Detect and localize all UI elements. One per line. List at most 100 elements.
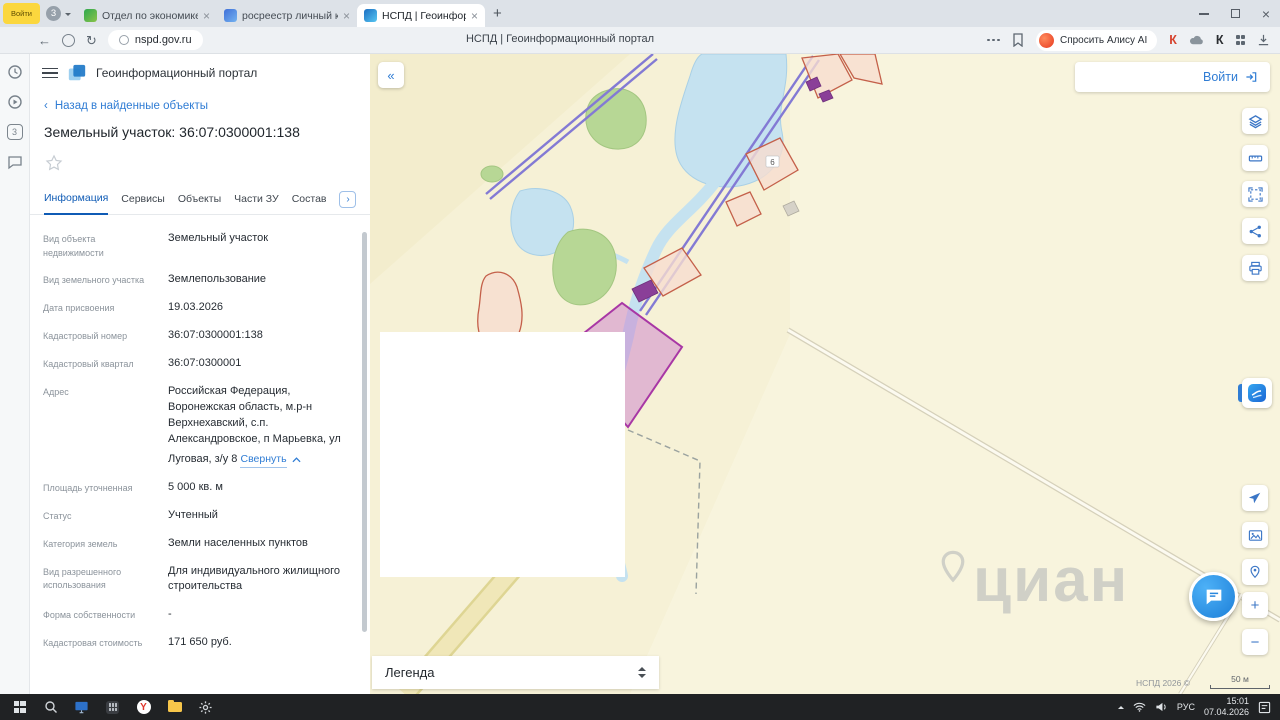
minimize-icon[interactable]: [1198, 12, 1209, 15]
browser-tab-active[interactable]: НСПД | Геоинформац ×: [357, 4, 485, 27]
taskbar-app-explorer[interactable]: [159, 694, 190, 720]
wifi-icon[interactable]: [1133, 702, 1146, 712]
tab-title: НСПД | Геоинформац: [382, 9, 466, 22]
star-icon[interactable]: [44, 153, 64, 173]
legend-expand-icon[interactable]: [638, 667, 646, 678]
download-icon[interactable]: [1257, 33, 1270, 47]
browser-tab-2[interactable]: росреестр личный кабин ×: [217, 4, 357, 27]
tab-objects[interactable]: Объекты: [178, 193, 221, 214]
field-row: Вид объекта недвижимости Земельный участ…: [43, 231, 344, 260]
chat-icon[interactable]: [7, 154, 23, 170]
map-copyright: НСПД 2026 ©: [1135, 678, 1190, 688]
basemap-icon: [1248, 529, 1262, 541]
panel-tabs: Информация Сервисы Объекты Части ЗУ Сост…: [30, 178, 370, 215]
more-icon[interactable]: [987, 38, 1000, 42]
maximize-icon[interactable]: [1230, 9, 1240, 18]
tab-information[interactable]: Информация: [44, 192, 109, 215]
browser-tab-1[interactable]: Отдел по экономике и уп ×: [77, 4, 217, 27]
minus-icon: −: [1250, 633, 1260, 651]
site-info-icon[interactable]: [62, 33, 75, 47]
clock-date: 07.04.2026: [1203, 707, 1249, 717]
extension-k-icon[interactable]: К: [1169, 34, 1177, 47]
close-icon[interactable]: ×: [203, 10, 210, 22]
alice-button[interactable]: Спросить Алису AI: [1035, 29, 1158, 51]
print-tool-button[interactable]: [1242, 255, 1268, 281]
speaker-icon[interactable]: [1155, 701, 1168, 713]
play-icon[interactable]: [7, 94, 23, 110]
extension-k2-icon[interactable]: К: [1216, 34, 1224, 47]
support-chat-button[interactable]: [1189, 572, 1238, 621]
page-title-text: НСПД | Геоинформационный портал: [465, 33, 655, 45]
measure-tool-button[interactable]: [1242, 145, 1268, 171]
browser-side-panel: 3: [0, 54, 30, 694]
refresh-icon[interactable]: ↻: [86, 34, 97, 47]
apps-grid-icon[interactable]: [1235, 35, 1245, 45]
field-value: 19.03.2026: [168, 300, 224, 313]
tab-favicon: [224, 9, 237, 22]
close-icon[interactable]: ×: [343, 10, 350, 22]
field-label: Кадастровый квартал: [43, 358, 134, 369]
layers-tool-button[interactable]: [1242, 108, 1268, 134]
tab-composition[interactable]: Состав: [292, 193, 327, 214]
tray-expand-icon[interactable]: [1117, 705, 1124, 709]
cloud-icon[interactable]: [1189, 34, 1204, 46]
alice-label: Спросить Алису AI: [1059, 34, 1148, 46]
scroll-down-icon[interactable]: [361, 685, 367, 691]
object-title: Земельный участок: 36:07:0300001:138: [44, 124, 300, 140]
map-login-bar[interactable]: Войти: [1075, 62, 1270, 92]
new-tab-button[interactable]: +: [493, 5, 502, 22]
alice-icon: [1038, 32, 1054, 48]
language-indicator[interactable]: РУС: [1177, 702, 1195, 712]
back-icon[interactable]: ←: [38, 34, 51, 47]
locate-tool-button[interactable]: [1242, 485, 1268, 511]
start-button[interactable]: [4, 694, 35, 720]
tab-services[interactable]: Сервисы: [121, 193, 165, 214]
zoom-out-button[interactable]: −: [1242, 629, 1268, 655]
map-canvas[interactable]: 6 циан « Войти + − Легенда НСПД 2026 © 5…: [370, 54, 1280, 694]
notification-icon[interactable]: [1258, 701, 1271, 714]
tabs-badge[interactable]: 3: [6, 124, 23, 140]
url-field[interactable]: nspd.gov.ru: [107, 30, 203, 50]
address-collapse-link[interactable]: Свернуть: [240, 452, 301, 468]
tab-count-button[interactable]: 3: [46, 6, 71, 21]
browser-tab-bar: Войти 3 Отдел по экономике и уп × росрее…: [0, 0, 1280, 27]
search-button[interactable]: [35, 694, 66, 720]
taskbar-clock[interactable]: 15:01 07.04.2026: [1204, 696, 1249, 718]
field-value: Земельный участок: [168, 232, 269, 244]
select-area-tool-button[interactable]: [1242, 181, 1268, 207]
legend-bar[interactable]: Легенда: [372, 656, 659, 689]
address-bar: ← ↻ nspd.gov.ru НСПД | Геоинформационный…: [0, 27, 1280, 54]
basemap-tool-button[interactable]: [1242, 522, 1268, 548]
zoom-in-button[interactable]: +: [1242, 592, 1268, 618]
login-label: Войти: [1203, 70, 1238, 84]
taskbar-app-settings[interactable]: [190, 694, 221, 720]
bookmark-icon[interactable]: [1012, 33, 1024, 47]
back-to-results-link[interactable]: ‹ Назад в найденные объекты: [30, 92, 370, 114]
field-value: 171 650 руб.: [168, 636, 232, 649]
tab-parcel-parts[interactable]: Части ЗУ: [234, 193, 279, 214]
object-info-panel: Геоинформационный портал ‹ Назад в найде…: [30, 54, 370, 694]
url-text: nspd.gov.ru: [134, 34, 192, 46]
scrollbar-thumb[interactable]: [361, 232, 367, 632]
field-label: Кадастровый номер: [43, 330, 128, 341]
pin-search-tool-button[interactable]: [1242, 559, 1268, 585]
history-icon[interactable]: [7, 64, 23, 80]
browser-profile-button[interactable]: Войти: [3, 3, 40, 24]
digital-assistant-button[interactable]: [1238, 378, 1272, 408]
windows-taskbar: Y РУС 15:01 07.04.2026: [0, 694, 1280, 720]
share-tool-button[interactable]: [1242, 218, 1268, 244]
collapse-panel-button[interactable]: «: [378, 62, 404, 88]
watermark-text: циан: [973, 546, 1130, 615]
close-icon[interactable]: ×: [471, 10, 478, 22]
layers-icon: [1248, 114, 1262, 128]
tabs-scroll-button[interactable]: ›: [339, 191, 357, 208]
panel-scrollbar[interactable]: [360, 222, 368, 691]
taskbar-app-dark[interactable]: [97, 694, 128, 720]
taskbar-app-monitor[interactable]: [66, 694, 97, 720]
scroll-up-icon[interactable]: [361, 222, 367, 228]
taskbar-app-yandex[interactable]: Y: [128, 694, 159, 720]
field-label: Адрес: [43, 386, 69, 397]
menu-icon[interactable]: [42, 67, 58, 79]
field-value: Землепользование: [168, 273, 267, 285]
close-window-icon[interactable]: ×: [1262, 7, 1270, 21]
